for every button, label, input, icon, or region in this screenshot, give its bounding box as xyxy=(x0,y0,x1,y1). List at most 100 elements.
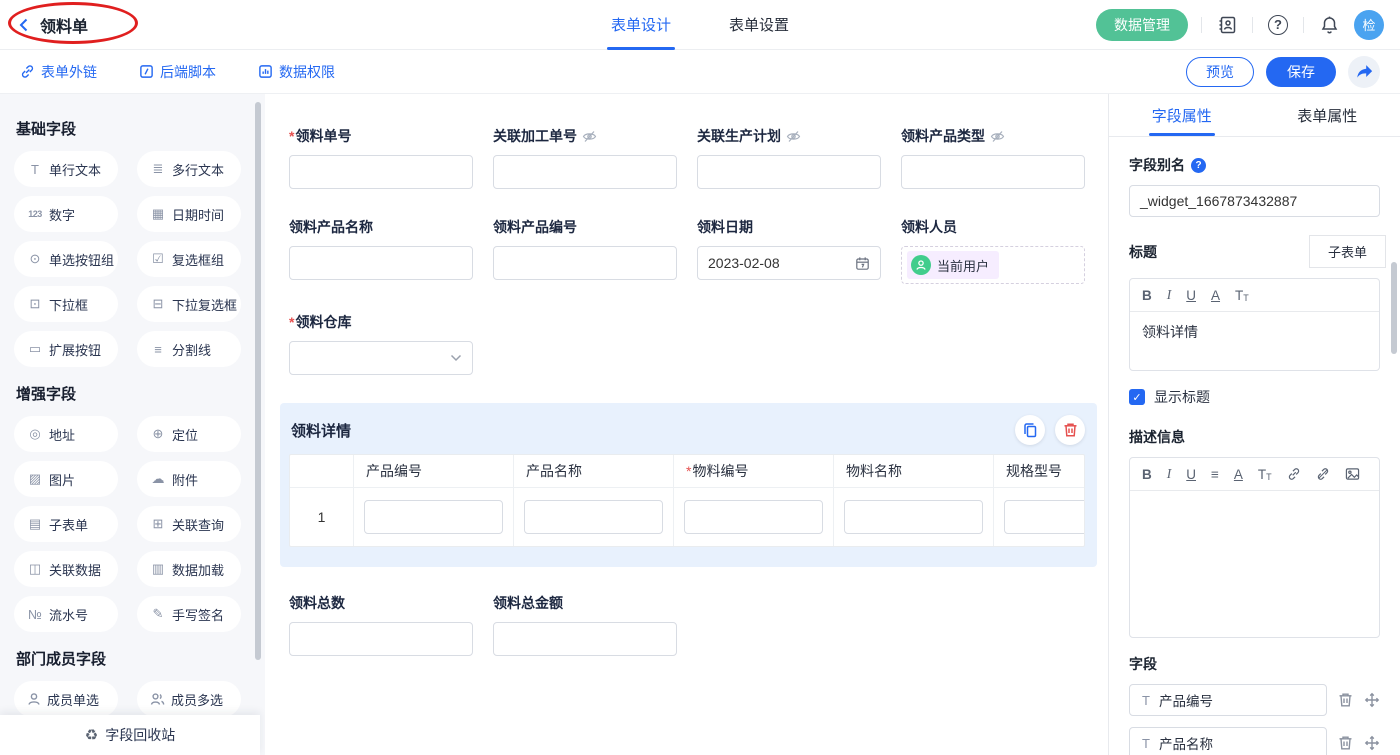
backend-script-button[interactable]: 后端脚本 xyxy=(139,62,216,82)
tab-form-properties[interactable]: 表单属性 xyxy=(1255,94,1400,136)
col-product-name[interactable]: 产品名称 xyxy=(514,455,674,487)
field-type-member-multi[interactable]: 成员多选 xyxy=(137,681,241,717)
field-type-datetime[interactable]: ▦日期时间 xyxy=(137,196,241,232)
text-size-icon[interactable]: TT xyxy=(1258,467,1272,482)
font-color-icon[interactable]: A xyxy=(1211,288,1220,303)
data-permission-button[interactable]: 数据权限 xyxy=(258,62,335,82)
tab-field-properties[interactable]: 字段属性 xyxy=(1109,94,1255,136)
underline-icon[interactable]: U xyxy=(1186,288,1196,303)
field-type-signature[interactable]: ✎手写签名 xyxy=(137,596,241,632)
drag-move-icon[interactable] xyxy=(1364,735,1380,751)
text-input[interactable] xyxy=(493,246,677,280)
bell-icon[interactable] xyxy=(1317,13,1341,37)
tab-form-design[interactable]: 表单设计 xyxy=(611,0,671,50)
bold-icon[interactable]: B xyxy=(1142,467,1152,482)
image-icon[interactable] xyxy=(1345,467,1360,481)
data-manage-button[interactable]: 数据管理 xyxy=(1096,9,1188,41)
field-type-linked-data[interactable]: ◫关联数据 xyxy=(14,551,118,587)
show-title-checkbox[interactable]: ✓ xyxy=(1129,389,1145,405)
italic-icon[interactable]: I xyxy=(1167,466,1172,482)
col-material-name[interactable]: 物料名称 xyxy=(834,455,994,487)
field-type-radio-group[interactable]: ⊙单选按钮组 xyxy=(14,241,118,277)
current-user-chip[interactable]: 当前用户 xyxy=(907,251,999,279)
save-button[interactable]: 保存 xyxy=(1266,57,1336,87)
title-editor-content[interactable]: 领料详情 xyxy=(1130,312,1379,370)
contacts-icon[interactable] xyxy=(1215,13,1239,37)
field-type-image[interactable]: ▨图片 xyxy=(14,461,118,497)
field-item-product-name[interactable]: T 产品名称 xyxy=(1129,727,1327,755)
tab-form-settings[interactable]: 表单设置 xyxy=(729,0,789,50)
font-color-icon[interactable]: A xyxy=(1234,467,1243,482)
share-button[interactable] xyxy=(1348,56,1380,88)
drag-move-icon[interactable] xyxy=(1364,692,1380,708)
field-type-number[interactable]: 123数字 xyxy=(14,196,118,232)
text-input[interactable] xyxy=(493,155,677,189)
help-icon[interactable]: ? xyxy=(1266,13,1290,37)
field-total-quantity[interactable]: 领料总数 xyxy=(289,593,473,656)
field-linked-process-order[interactable]: 关联加工单号 xyxy=(493,126,677,189)
col-product-no[interactable]: 产品编号 xyxy=(354,455,514,487)
field-type-location[interactable]: ⊕定位 xyxy=(137,416,241,452)
text-input[interactable] xyxy=(289,155,473,189)
cell-input-material-name[interactable] xyxy=(844,500,983,534)
text-input[interactable] xyxy=(289,622,473,656)
field-type-attachment[interactable]: ☁附件 xyxy=(137,461,241,497)
field-type-subform[interactable]: ▤子表单 xyxy=(14,506,118,542)
panel-scrollbar[interactable] xyxy=(1391,262,1397,354)
back-button[interactable]: 领料单 xyxy=(16,13,88,37)
col-material-no[interactable]: 物料编号 xyxy=(674,455,834,487)
text-input[interactable] xyxy=(289,246,473,280)
cell-input-product-name[interactable] xyxy=(524,500,663,534)
col-spec-model[interactable]: 规格型号 xyxy=(994,455,1085,487)
delete-field-icon[interactable] xyxy=(1338,735,1353,751)
alias-input[interactable]: _widget_1667873432887 xyxy=(1129,185,1380,217)
cell-input-spec-model[interactable] xyxy=(1004,500,1085,534)
field-request-person[interactable]: 领料人员 当前用户 xyxy=(901,217,1085,284)
text-size-icon[interactable]: TT xyxy=(1235,288,1249,303)
field-product-name[interactable]: 领料产品名称 xyxy=(289,217,473,284)
text-input[interactable] xyxy=(901,155,1085,189)
date-input[interactable]: 2023-02-08 xyxy=(697,246,881,280)
cell-input-product-no[interactable] xyxy=(364,500,503,534)
field-product-no[interactable]: 领料产品编号 xyxy=(493,217,677,284)
field-request-date[interactable]: 领料日期 2023-02-08 xyxy=(697,217,881,284)
align-icon[interactable]: ≡ xyxy=(1211,467,1219,482)
link-icon[interactable] xyxy=(1287,467,1301,481)
delete-widget-button[interactable] xyxy=(1055,415,1085,445)
description-editor-content[interactable] xyxy=(1130,491,1379,637)
field-type-single-text[interactable]: T单行文本 xyxy=(14,151,118,187)
field-type-extend-button[interactable]: ▭扩展按钮 xyxy=(14,331,118,367)
avatar[interactable]: 检 xyxy=(1354,10,1384,40)
field-material-request-no[interactable]: 领料单号 xyxy=(289,126,473,189)
copy-widget-button[interactable] xyxy=(1015,415,1045,445)
delete-field-icon[interactable] xyxy=(1338,692,1353,708)
field-warehouse[interactable]: 领料仓库 xyxy=(289,312,473,375)
field-type-member-single[interactable]: 成员单选 xyxy=(14,681,118,717)
underline-icon[interactable]: U xyxy=(1186,467,1196,482)
field-type-address[interactable]: ◎地址 xyxy=(14,416,118,452)
italic-icon[interactable]: I xyxy=(1167,287,1172,303)
field-type-checkbox-group[interactable]: ☑复选框组 xyxy=(137,241,241,277)
alias-help-icon[interactable]: ? xyxy=(1191,158,1206,173)
field-type-serial-number[interactable]: №流水号 xyxy=(14,596,118,632)
member-input[interactable]: 当前用户 xyxy=(901,246,1085,284)
bold-icon[interactable]: B xyxy=(1142,288,1152,303)
preview-button[interactable]: 预览 xyxy=(1186,57,1254,87)
field-recycle-bin[interactable]: ♻ 字段回收站 xyxy=(0,715,260,755)
subform-widget-selected[interactable]: 领料详情 产品编号 产 xyxy=(280,403,1097,567)
text-input[interactable] xyxy=(697,155,881,189)
field-type-select[interactable]: ⊡下拉框 xyxy=(14,286,118,322)
form-external-link-button[interactable]: 表单外链 xyxy=(20,62,97,82)
field-type-multiselect[interactable]: ⊟下拉复选框 xyxy=(137,286,241,322)
cell-input-material-no[interactable] xyxy=(684,500,823,534)
field-type-linked-query[interactable]: ⊞关联查询 xyxy=(137,506,241,542)
field-type-data-load[interactable]: ▥数据加载 xyxy=(137,551,241,587)
field-type-divider[interactable]: ≡分割线 xyxy=(137,331,241,367)
select-input[interactable] xyxy=(289,341,473,375)
field-linked-production-plan[interactable]: 关联生产计划 xyxy=(697,126,881,189)
field-total-amount[interactable]: 领料总金额 xyxy=(493,593,677,656)
field-item-product-no[interactable]: T 产品编号 xyxy=(1129,684,1327,716)
field-material-product-type[interactable]: 领料产品类型 xyxy=(901,126,1085,189)
field-type-multi-text[interactable]: ≣多行文本 xyxy=(137,151,241,187)
sidebar-scrollbar[interactable] xyxy=(255,102,261,660)
